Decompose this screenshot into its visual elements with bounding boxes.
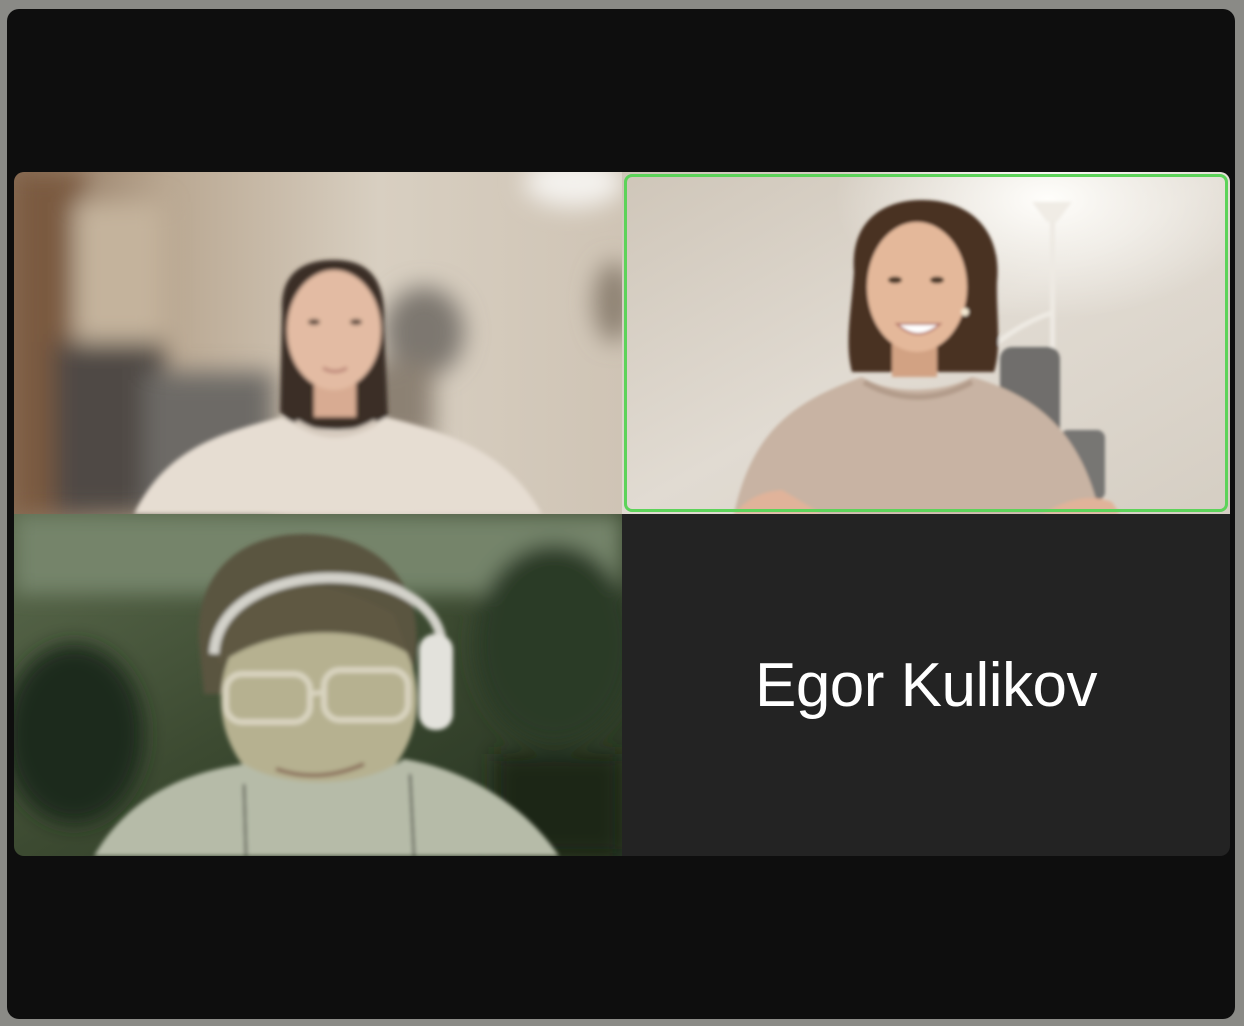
participant-video-tile-active-speaker[interactable]: [622, 172, 1230, 514]
participant-video-feed: [622, 172, 1230, 514]
participant-video-feed: [14, 172, 622, 514]
participant-video-tile[interactable]: [14, 172, 622, 514]
participant-video-off-tile[interactable]: Egor Kulikov: [622, 514, 1230, 856]
participant-name: Egor Kulikov: [754, 650, 1098, 720]
meeting-window: Egor Kulikov: [7, 9, 1235, 1019]
gallery-grid: Egor Kulikov: [14, 172, 1230, 856]
participant-video-feed: [14, 514, 622, 856]
participant-video-tile[interactable]: [14, 514, 622, 856]
